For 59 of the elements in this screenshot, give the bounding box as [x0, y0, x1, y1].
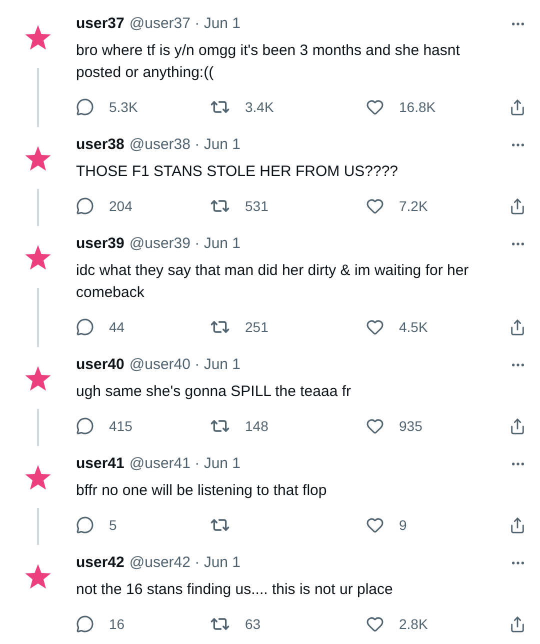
- reply-icon[interactable]: [76, 417, 94, 435]
- action-count: 3.4K: [245, 98, 274, 116]
- display-name: user37: [76, 14, 124, 34]
- reply-icon[interactable]: [76, 318, 94, 336]
- star-icon: [24, 146, 52, 173]
- handle-date: @user37 · Jun 1: [129, 14, 241, 34]
- action-count: 251: [245, 318, 268, 336]
- star-icon: [24, 465, 52, 492]
- action-count: 935: [399, 416, 422, 436]
- action-count: 9: [399, 516, 407, 534]
- handle-date: @user42 · Jun 1: [129, 552, 241, 573]
- star-icon: [24, 245, 52, 272]
- like-icon[interactable]: [366, 516, 384, 534]
- handle-date: @user41 · Jun 1: [129, 454, 241, 474]
- reply-icon[interactable]: [76, 98, 94, 116]
- handle-date: @user40 · Jun 1: [129, 354, 241, 375]
- action-count: 4.5K: [399, 318, 428, 336]
- reply-icon[interactable]: [76, 615, 94, 633]
- share-icon[interactable]: [509, 616, 526, 632]
- tweet-text: not the 16 stans finding us.... this is not ur place: [76, 580, 394, 600]
- action-count: 5: [109, 516, 117, 534]
- star-icon: [24, 564, 52, 591]
- share-icon[interactable]: [509, 516, 526, 534]
- action-count: 5.3K: [109, 98, 138, 116]
- reply-icon[interactable]: [76, 516, 94, 534]
- action-count: 63: [245, 614, 261, 634]
- handle-date: @user38 · Jun 1: [129, 134, 241, 155]
- tweet-text: ugh same she's gonna SPILL the teaaa fr: [76, 382, 352, 402]
- like-icon[interactable]: [366, 197, 384, 215]
- display-name: user39: [76, 234, 124, 254]
- star-icon: [24, 25, 52, 52]
- tweet-text: idc what they say that man did her dirty & im waiting for her comeback: [76, 261, 470, 303]
- action-count: 415: [109, 416, 132, 436]
- display-name: user42: [76, 552, 124, 573]
- display-name: user40: [76, 354, 124, 375]
- action-count: 16.8K: [399, 98, 436, 116]
- display-name: user38: [76, 134, 124, 155]
- action-count: 44: [109, 318, 125, 336]
- share-icon[interactable]: [509, 318, 526, 336]
- like-icon[interactable]: [366, 318, 384, 336]
- share-icon[interactable]: [509, 198, 526, 214]
- tweet-text: THOSE F1 STANS STOLE HER FROM US????: [76, 162, 400, 182]
- action-count: 531: [245, 196, 268, 216]
- reply-icon[interactable]: [76, 197, 94, 215]
- action-count: 2.8K: [399, 614, 428, 634]
- action-count: 148: [245, 416, 268, 436]
- share-icon[interactable]: [509, 418, 526, 434]
- handle-date: @user39 · Jun 1: [129, 234, 241, 254]
- tweet-text: bro where tf is y/n omgg it's been 3 months and she hasnt posted or anything:((: [76, 41, 461, 83]
- like-icon[interactable]: [366, 615, 384, 633]
- display-name: user41: [76, 454, 124, 474]
- tweet-text: bffr no one will be listening to that flop: [76, 481, 328, 501]
- action-count: 16: [109, 614, 125, 634]
- like-icon[interactable]: [366, 417, 384, 435]
- like-icon[interactable]: [366, 98, 384, 116]
- action-count: 204: [109, 196, 132, 216]
- star-icon: [24, 366, 52, 393]
- share-icon[interactable]: [509, 98, 526, 116]
- action-count: 7.2K: [399, 196, 428, 216]
